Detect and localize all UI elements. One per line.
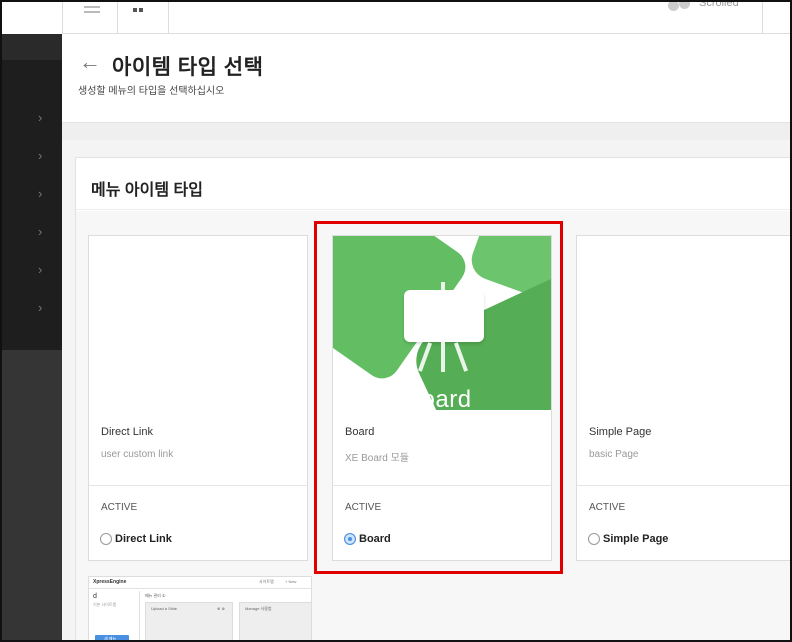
panel-header: 메뉴 아이템 타입 <box>76 158 790 210</box>
page-subtitle: 생성할 메뉴의 타입을 선택하십시오 <box>78 86 225 97</box>
preview-button-label: 새 메뉴 <box>104 636 117 641</box>
page-title: 아이템 타입 선택 <box>112 56 264 79</box>
panel-title: 메뉴 아이템 타입 <box>91 182 203 199</box>
card-thumbnail <box>89 236 307 410</box>
preview-section-title: 메뉴 관리 ① <box>145 593 166 598</box>
divider <box>762 2 763 34</box>
section-divider <box>62 122 790 140</box>
sidebar: › › › › › › <box>2 34 62 640</box>
chevron-right-icon: › <box>38 224 43 239</box>
preview-header-link: 사이트맵 <box>259 579 274 584</box>
preview-left-text: d <box>93 593 97 600</box>
preview-column-label: Upload a Slide <box>151 606 178 611</box>
preview-button: 새 메뉴 <box>95 635 129 641</box>
sidebar-item[interactable]: › <box>2 252 62 289</box>
apps-grid-icon[interactable] <box>133 8 147 14</box>
card-description: XE Board 모듈 <box>345 453 409 464</box>
preview-column-icons: ⊕ ⊗ <box>217 606 225 611</box>
chevron-right-icon: › <box>38 300 43 315</box>
sidebar-item[interactable]: › <box>2 176 62 213</box>
card-description: basic Page <box>589 449 639 460</box>
divider <box>89 485 307 486</box>
chevron-right-icon: › <box>38 110 43 125</box>
preview-left-subtext: 기본 사이트맵 <box>93 602 117 607</box>
radio-button-selected[interactable] <box>344 533 356 545</box>
preview-thumbnail[interactable]: XpressEngine 사이트맵 + New d 기본 사이트맵 메뉴 관리 … <box>88 576 312 641</box>
thumbnail-label: Board <box>405 386 472 410</box>
hamburger-menu-icon[interactable] <box>84 6 100 18</box>
screenshot-frame: Scrolled › › › › › › ← 아이템 타입 선택 생성할 메뉴의… <box>0 0 792 642</box>
chevron-right-icon: › <box>38 148 43 163</box>
radio-direct-link[interactable]: Direct Link <box>100 532 172 546</box>
sidebar-header <box>2 34 62 60</box>
card-description: user custom link <box>101 449 174 460</box>
item-type-card-direct-link[interactable]: Direct Link user custom link ACTIVE Dire… <box>88 235 308 561</box>
board-thumbnail: Board <box>333 236 551 410</box>
radio-label[interactable]: Simple Page <box>603 533 668 545</box>
preview-header-link: + New <box>285 579 297 584</box>
sidebar-item[interactable]: › <box>2 214 62 251</box>
card-title: Direct Link <box>101 426 153 438</box>
sidebar-item[interactable]: › <box>2 100 62 137</box>
divider <box>333 485 551 486</box>
radio-board[interactable]: Board <box>344 532 391 546</box>
user-name[interactable]: Scrolled <box>699 2 739 9</box>
card-status: ACTIVE <box>101 502 138 513</box>
top-bar-sidebar-cap <box>2 2 62 34</box>
chevron-right-icon: › <box>38 262 43 277</box>
sidebar-item[interactable]: › <box>2 138 62 175</box>
card-status: ACTIVE <box>589 502 626 513</box>
divider <box>577 485 790 486</box>
sidebar-item[interactable]: › <box>2 290 62 327</box>
preview-column-label: Manage 사용법 <box>245 606 272 611</box>
preview-title: XpressEngine <box>93 579 127 585</box>
chevron-right-icon: › <box>38 186 43 201</box>
page-header: ← 아이템 타입 선택 생성할 메뉴의 타입을 선택하십시오 <box>62 34 790 122</box>
easel-leg <box>441 342 445 372</box>
item-type-card-board[interactable]: Board Board XE Board 모듈 ACTIVE Board <box>332 235 552 561</box>
radio-button[interactable] <box>100 533 112 545</box>
radio-simple-page[interactable]: Simple Page <box>588 532 668 546</box>
item-type-card-simple-page[interactable]: Simple Page basic Page ACTIVE Simple Pag… <box>576 235 790 561</box>
radio-label[interactable]: Direct Link <box>115 533 172 545</box>
card-thumbnail <box>577 236 790 410</box>
avatar[interactable] <box>668 2 692 12</box>
back-arrow-icon[interactable]: ← <box>79 49 101 75</box>
card-title: Board <box>345 426 375 438</box>
card-status: ACTIVE <box>345 502 382 513</box>
easel-board-icon <box>404 290 484 342</box>
radio-button[interactable] <box>588 533 600 545</box>
radio-label[interactable]: Board <box>359 533 391 545</box>
divider <box>62 2 63 34</box>
divider <box>168 2 169 34</box>
top-bar: Scrolled <box>2 2 790 34</box>
divider <box>139 591 140 640</box>
card-title: Simple Page <box>589 426 652 438</box>
divider <box>117 2 118 34</box>
